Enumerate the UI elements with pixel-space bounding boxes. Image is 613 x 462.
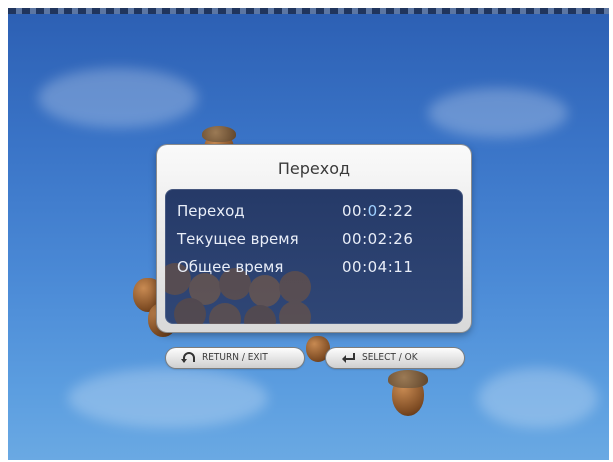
select-ok-button[interactable]: SELECT / OK xyxy=(326,348,464,368)
dialog-title: Переход xyxy=(277,159,351,178)
row-label: Общее время xyxy=(177,258,284,276)
screen: Переход Переход 00:02:22 Текущее время 0… xyxy=(0,0,613,462)
time-part: 2:22 xyxy=(377,202,414,220)
select-ok-label: SELECT / OK xyxy=(362,352,418,363)
row-total-time: Общее время 00:04:11 xyxy=(177,258,457,282)
enter-arrow-icon xyxy=(342,353,355,363)
row-current-time: Текущее время 00:02:26 xyxy=(177,230,457,254)
return-exit-label: RETURN / EXIT xyxy=(202,352,268,363)
total-time-value: 00:04:11 xyxy=(342,258,414,276)
cloud xyxy=(68,368,268,428)
cloud xyxy=(38,68,198,128)
top-edge-strip xyxy=(8,8,609,14)
row-label: Переход xyxy=(177,202,245,220)
current-time-value: 00:02:26 xyxy=(342,230,414,248)
time-part: 00: xyxy=(342,202,368,220)
acorn-cap-decoration xyxy=(388,370,428,388)
dialog-panel: Переход 00:02:22 Текущее время 00:02:26 … xyxy=(165,189,463,324)
row-label: Текущее время xyxy=(177,230,299,248)
cloud xyxy=(428,88,568,138)
cloud xyxy=(478,368,598,428)
time-cursor-digit[interactable]: 0 xyxy=(368,202,378,220)
row-jump: Переход 00:02:22 xyxy=(177,202,457,226)
acorn-cap-decoration xyxy=(202,126,236,142)
jump-time-input[interactable]: 00:02:22 xyxy=(342,202,413,220)
return-exit-button[interactable]: RETURN / EXIT xyxy=(166,348,304,368)
jump-dialog: Переход Переход 00:02:22 Текущее время 0… xyxy=(157,145,471,332)
return-arrow-icon xyxy=(181,352,195,363)
